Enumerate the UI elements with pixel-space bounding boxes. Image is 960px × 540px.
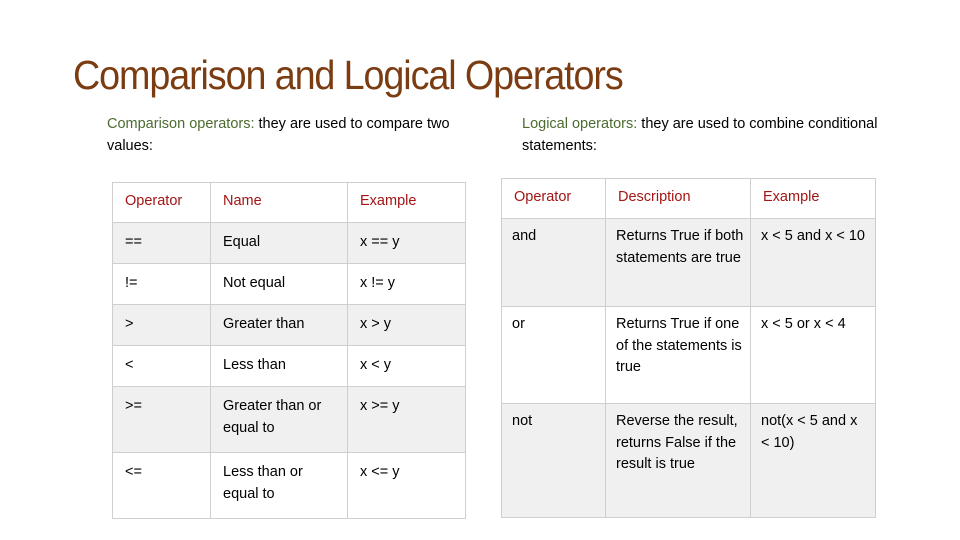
operator-cell: !=	[112, 263, 211, 305]
description-cell: Returns True if one of the statements is…	[605, 306, 751, 404]
example-cell: x == y	[347, 222, 466, 264]
table-row: not Reverse the result, returns False if…	[501, 403, 876, 518]
example-cell: x > y	[347, 304, 466, 346]
table-row: >= Greater than or equal to x >= y	[112, 386, 466, 453]
name-cell: Equal	[210, 222, 348, 264]
logical-operators-table: Operator Description Example and Returns…	[501, 178, 876, 518]
column-header-example: Example	[347, 182, 466, 223]
operator-cell: and	[501, 218, 606, 307]
description-cell: Reverse the result, returns False if the…	[605, 403, 751, 518]
description-cell: Returns True if both statements are true	[605, 218, 751, 307]
example-cell: x < y	[347, 345, 466, 387]
operator-cell: or	[501, 306, 606, 404]
column-header-operator: Operator	[501, 178, 606, 219]
table-row: > Greater than x > y	[112, 304, 466, 346]
comparison-intro-lead: Comparison operators:	[107, 116, 255, 132]
table-row: or Returns True if one of the statements…	[501, 306, 876, 404]
name-cell: Less than or equal to	[210, 452, 348, 519]
column-header-example: Example	[750, 178, 876, 219]
logical-intro-lead: Logical operators:	[522, 116, 638, 132]
column-header-name: Name	[210, 182, 348, 223]
comparison-operators-table: Operator Name Example == Equal x == y !=…	[112, 182, 466, 519]
table-row: < Less than x < y	[112, 345, 466, 387]
column-header-operator: Operator	[112, 182, 211, 223]
name-cell: Greater than or equal to	[210, 386, 348, 453]
example-cell: x < 5 or x < 4	[750, 306, 876, 404]
example-cell: x <= y	[347, 452, 466, 519]
operator-cell: >=	[112, 386, 211, 453]
table-row: != Not equal x != y	[112, 263, 466, 305]
operator-cell: not	[501, 403, 606, 518]
table-header-row: Operator Name Example	[112, 182, 466, 223]
operator-cell: <	[112, 345, 211, 387]
name-cell: Greater than	[210, 304, 348, 346]
operator-cell: ==	[112, 222, 211, 264]
table-header-row: Operator Description Example	[501, 178, 876, 219]
example-cell: x != y	[347, 263, 466, 305]
name-cell: Less than	[210, 345, 348, 387]
operator-cell: >	[112, 304, 211, 346]
example-cell: x >= y	[347, 386, 466, 453]
name-cell: Not equal	[210, 263, 348, 305]
example-cell: x < 5 and x < 10	[750, 218, 876, 307]
column-header-description: Description	[605, 178, 751, 219]
table-row: and Returns True if both statements are …	[501, 218, 876, 307]
page-title: Comparison and Logical Operators	[73, 52, 624, 98]
table-row: <= Less than or equal to x <= y	[112, 452, 466, 519]
comparison-intro: Comparison operators: they are used to c…	[107, 113, 497, 157]
table-row: == Equal x == y	[112, 222, 466, 264]
operator-cell: <=	[112, 452, 211, 519]
example-cell: not(x < 5 and x < 10)	[750, 403, 876, 518]
logical-intro: Logical operators: they are used to comb…	[522, 113, 882, 157]
